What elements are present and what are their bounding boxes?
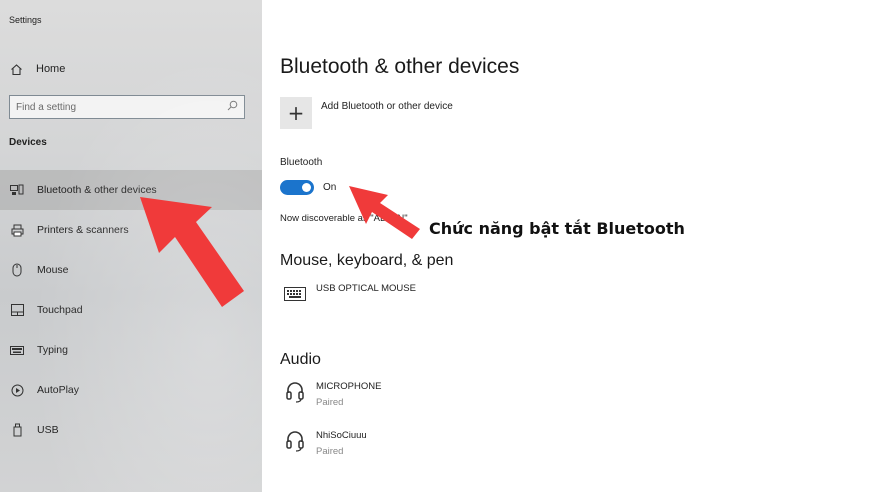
device-microphone[interactable]: MICROPHONE Paired	[284, 381, 381, 408]
search-input[interactable]	[16, 101, 216, 113]
sidebar-item-label: Typing	[37, 344, 68, 356]
mouse-icon	[9, 262, 25, 278]
sidebar: Settings Home Devices Bluetooth & other …	[0, 0, 262, 492]
section-label-devices: Devices	[9, 137, 47, 148]
sidebar-item-label: Bluetooth & other devices	[37, 184, 157, 196]
home-icon	[8, 61, 24, 77]
sidebar-item-mouse[interactable]: Mouse	[0, 250, 262, 290]
headset-icon	[284, 381, 306, 403]
sidebar-item-label: USB	[37, 424, 59, 436]
add-device-button[interactable]: + Add Bluetooth or other device	[280, 97, 453, 129]
headset-icon	[284, 430, 306, 452]
sidebar-item-touchpad[interactable]: Touchpad	[0, 290, 262, 330]
sidebar-item-label: Touchpad	[37, 304, 83, 316]
page-title: Bluetooth & other devices	[280, 55, 520, 78]
device-name: USB OPTICAL MOUSE	[316, 283, 416, 294]
usb-icon	[9, 422, 25, 438]
section-title-audio: Audio	[280, 351, 321, 368]
add-device-label: Add Bluetooth or other device	[321, 101, 453, 112]
sidebar-item-label: Printers & scanners	[37, 224, 129, 236]
toggle-knob	[302, 183, 311, 192]
keyboard-device-icon	[284, 283, 306, 305]
sidebar-item-label: AutoPlay	[37, 384, 80, 396]
sidebar-item-usb[interactable]: USB	[0, 410, 262, 450]
device-usb-optical-mouse[interactable]: USB OPTICAL MOUSE	[284, 283, 416, 305]
search-icon[interactable]	[227, 100, 238, 114]
autoplay-icon	[9, 382, 25, 398]
sidebar-item-bluetooth[interactable]: Bluetooth & other devices	[0, 170, 262, 210]
annotation-label: Chức năng bật tắt Bluetooth	[429, 219, 685, 238]
search-box[interactable]	[9, 95, 245, 119]
bluetooth-devices-icon	[9, 182, 25, 198]
nav-home[interactable]: Home	[8, 59, 65, 79]
bluetooth-label: Bluetooth	[280, 157, 323, 168]
device-name: NhiSoCiuuu	[316, 430, 367, 441]
sidebar-item-typing[interactable]: Typing	[0, 330, 262, 370]
device-nhisociuuu[interactable]: NhiSoCiuuu Paired	[284, 430, 367, 457]
settings-window: Settings Home Devices Bluetooth & other …	[0, 0, 872, 492]
discoverable-status: Now discoverable as "ADMIN"	[280, 213, 408, 224]
nav-list: Bluetooth & other devices Printers & sca…	[0, 170, 262, 450]
touchpad-icon	[9, 302, 25, 318]
sidebar-item-autoplay[interactable]: AutoPlay	[0, 370, 262, 410]
app-title: Settings	[9, 15, 42, 25]
main-content: Bluetooth & other devices + Add Bluetoot…	[262, 0, 872, 492]
bluetooth-toggle[interactable]: On	[280, 180, 336, 195]
plus-icon: +	[280, 97, 312, 129]
toggle-switch[interactable]	[280, 180, 314, 195]
section-title-mouse-keyboard-pen: Mouse, keyboard, & pen	[280, 252, 454, 269]
nav-home-label: Home	[36, 63, 66, 75]
device-name: MICROPHONE	[316, 381, 382, 392]
device-status: Paired	[316, 397, 344, 408]
printer-icon	[9, 222, 25, 238]
keyboard-icon	[9, 342, 25, 358]
sidebar-item-printers[interactable]: Printers & scanners	[0, 210, 262, 250]
sidebar-item-label: Mouse	[37, 264, 69, 276]
device-status: Paired	[316, 446, 344, 457]
toggle-state-label: On	[323, 182, 337, 193]
